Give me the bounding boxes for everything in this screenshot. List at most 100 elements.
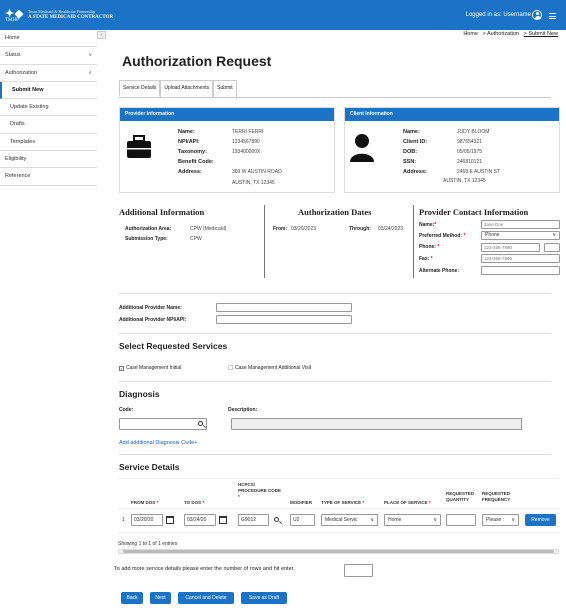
add-rows-input[interactable] <box>344 564 373 577</box>
service-details-title: Service Details <box>119 462 180 472</box>
provider-address: 369 W AUSTIN ROAD <box>232 169 282 175</box>
required-marker: * <box>437 244 440 250</box>
client-ssn-row: SSN: 246810121 <box>403 159 482 165</box>
calendar-icon[interactable] <box>219 516 227 524</box>
divider <box>119 381 551 382</box>
select-value: Please : <box>486 517 505 523</box>
scrollbar-thumb[interactable] <box>123 550 554 553</box>
diagnosis-description-label: Description: <box>228 407 258 413</box>
through-date-label: Through: <box>349 226 371 232</box>
fax-label: Fax: * <box>419 256 433 262</box>
page-title: Authorization Request <box>122 53 272 69</box>
table-header-border <box>118 508 559 509</box>
to-dos-input[interactable]: 03/24/20 <box>184 514 216 526</box>
requested-frequency-select[interactable]: Please : ∨ <box>482 514 519 526</box>
tab-submit[interactable]: Submit <box>213 80 237 97</box>
collapse-sidebar-icon[interactable]: ‹ <box>97 31 106 39</box>
required-marker: * <box>362 500 365 505</box>
remove-row-button[interactable]: Remove <box>525 514 556 526</box>
calendar-icon[interactable] <box>166 516 174 524</box>
sidebar-item-templates[interactable]: Templates <box>0 134 97 152</box>
sidebar-item-label: Authorization <box>5 69 38 76</box>
field-label: Name: <box>178 129 195 135</box>
additional-info-title: Additional Information <box>119 207 205 217</box>
breadcrumb-authorization[interactable]: > Authorization <box>483 31 520 37</box>
preferred-method-select[interactable]: Phone ∨ <box>481 231 560 240</box>
required-marker: * <box>428 500 431 505</box>
provider-name-row: Name: TERRI FERRI <box>178 129 263 135</box>
from-date-value: 03/20/2023 <box>291 226 317 232</box>
tab-service-details[interactable]: Service Details <box>119 80 161 97</box>
breadcrumb-home[interactable]: Home <box>463 31 478 37</box>
sidebar-item-home[interactable]: Home <box>0 30 97 48</box>
table-horizontal-scrollbar[interactable] <box>118 549 559 554</box>
phone-input[interactable]: 123-456-7890 <box>481 243 540 252</box>
sidebar-item-label: Eligibility <box>5 156 27 163</box>
user-icon[interactable] <box>532 10 542 20</box>
chevron-down-icon: ∨ <box>511 517 515 523</box>
chevron-up-icon: ∧ <box>88 69 92 76</box>
case-management-initial-option[interactable]: ✓ Case Management Initial <box>119 365 181 371</box>
back-button[interactable]: Back <box>121 592 143 604</box>
fax-input[interactable]: 123-456-7890 <box>481 254 560 263</box>
col-from-dos: FROM DOS * <box>131 500 158 506</box>
person-icon <box>350 134 374 162</box>
label-text: Preferred Method: <box>419 233 463 239</box>
diagnosis-title: Diagnosis <box>119 389 160 399</box>
sidebar-item-submit-new[interactable]: Submit New <box>0 81 97 100</box>
search-icon[interactable] <box>198 421 203 426</box>
required-marker: * <box>434 222 437 228</box>
hamburger-menu-icon[interactable] <box>549 13 556 19</box>
procedure-code-input[interactable]: G9012 <box>238 514 269 526</box>
sidebar-item-eligibility[interactable]: Eligibility <box>0 151 97 169</box>
field-label: NPI/API: <box>178 139 200 145</box>
select-value: Phone <box>485 232 500 238</box>
client-dob-row: DOB: 05/05/1975 <box>403 149 482 155</box>
sidebar-item-status[interactable]: Status ∨ <box>0 47 97 65</box>
modifier-input[interactable]: U2 <box>290 514 315 526</box>
tab-upload-attachments[interactable]: Upload Attachments <box>160 80 214 97</box>
auth-dates-title: Authorization Dates <box>298 207 372 217</box>
phone-ext-input[interactable] <box>544 243 560 252</box>
submission-type-label: Submission Type: <box>125 236 168 242</box>
additional-provider-name-input[interactable] <box>216 303 352 312</box>
save-as-draft-button[interactable]: Save as Draft <box>241 592 287 604</box>
contact-name-input[interactable]: Jane Doe <box>481 220 560 229</box>
client-ssn: 246810121 <box>457 159 483 165</box>
col-label: FROM DOS <box>131 500 156 505</box>
sidebar-item-update-existing[interactable]: Update Existing <box>0 99 97 117</box>
sidebar-item-reference[interactable]: Reference <box>0 168 97 186</box>
entries-info: Showing 1 to 1 of 1 entries <box>118 541 178 547</box>
checkbox-checked[interactable]: ✓ <box>119 366 124 371</box>
breadcrumb-submit-new[interactable]: > Submit New <box>524 31 558 37</box>
case-management-additional-option[interactable]: Case Management Additional Visit <box>228 365 311 371</box>
additional-provider-npi-input[interactable] <box>216 315 352 324</box>
logo-line-1: Texas Medicaid & Healthcare Partnership <box>28 9 96 14</box>
alt-phone-input[interactable] <box>481 266 560 275</box>
alt-phone-label: Alternate Phone: <box>419 268 460 274</box>
col-hcpcs: HCPCS/PROCEDURE CODE * <box>238 482 281 500</box>
diagnosis-code-input[interactable] <box>119 418 207 430</box>
place-of-service-select[interactable]: Home ∨ <box>384 514 441 526</box>
col-type-of-service: TYPE OF SERVICE * <box>321 500 364 506</box>
checkbox-unchecked[interactable] <box>228 365 233 370</box>
divider <box>119 293 551 294</box>
type-of-service-select[interactable]: Medical Servic ∨ <box>321 514 378 526</box>
cancel-and-delete-button[interactable]: Cancel and Delete <box>178 592 234 604</box>
sidebar-item-drafts[interactable]: Drafts <box>0 116 97 134</box>
next-button[interactable]: Next <box>150 592 171 604</box>
search-icon[interactable] <box>274 517 279 522</box>
label-text: Fax: <box>419 256 430 262</box>
field-label: Name: <box>403 129 420 135</box>
briefcase-icon <box>127 135 151 158</box>
sidebar-item-label: Home <box>5 35 20 41</box>
chevron-down-icon: ∨ <box>433 517 437 523</box>
from-dos-input[interactable]: 03/20/20 <box>131 514 163 526</box>
provider-taxonomy: 193400000X <box>232 149 261 155</box>
sidebar-item-authorization[interactable]: Authorization ∧ <box>0 65 97 82</box>
requested-quantity-input[interactable] <box>446 514 476 526</box>
additional-provider-name-label: Additional Provider Name: <box>119 305 182 311</box>
auth-area-value: CPW (Medicaid) <box>190 226 227 232</box>
add-diagnosis-code-link[interactable]: Add additional Diagnosis Code+ <box>119 440 197 446</box>
from-date-label: From: <box>273 226 288 232</box>
